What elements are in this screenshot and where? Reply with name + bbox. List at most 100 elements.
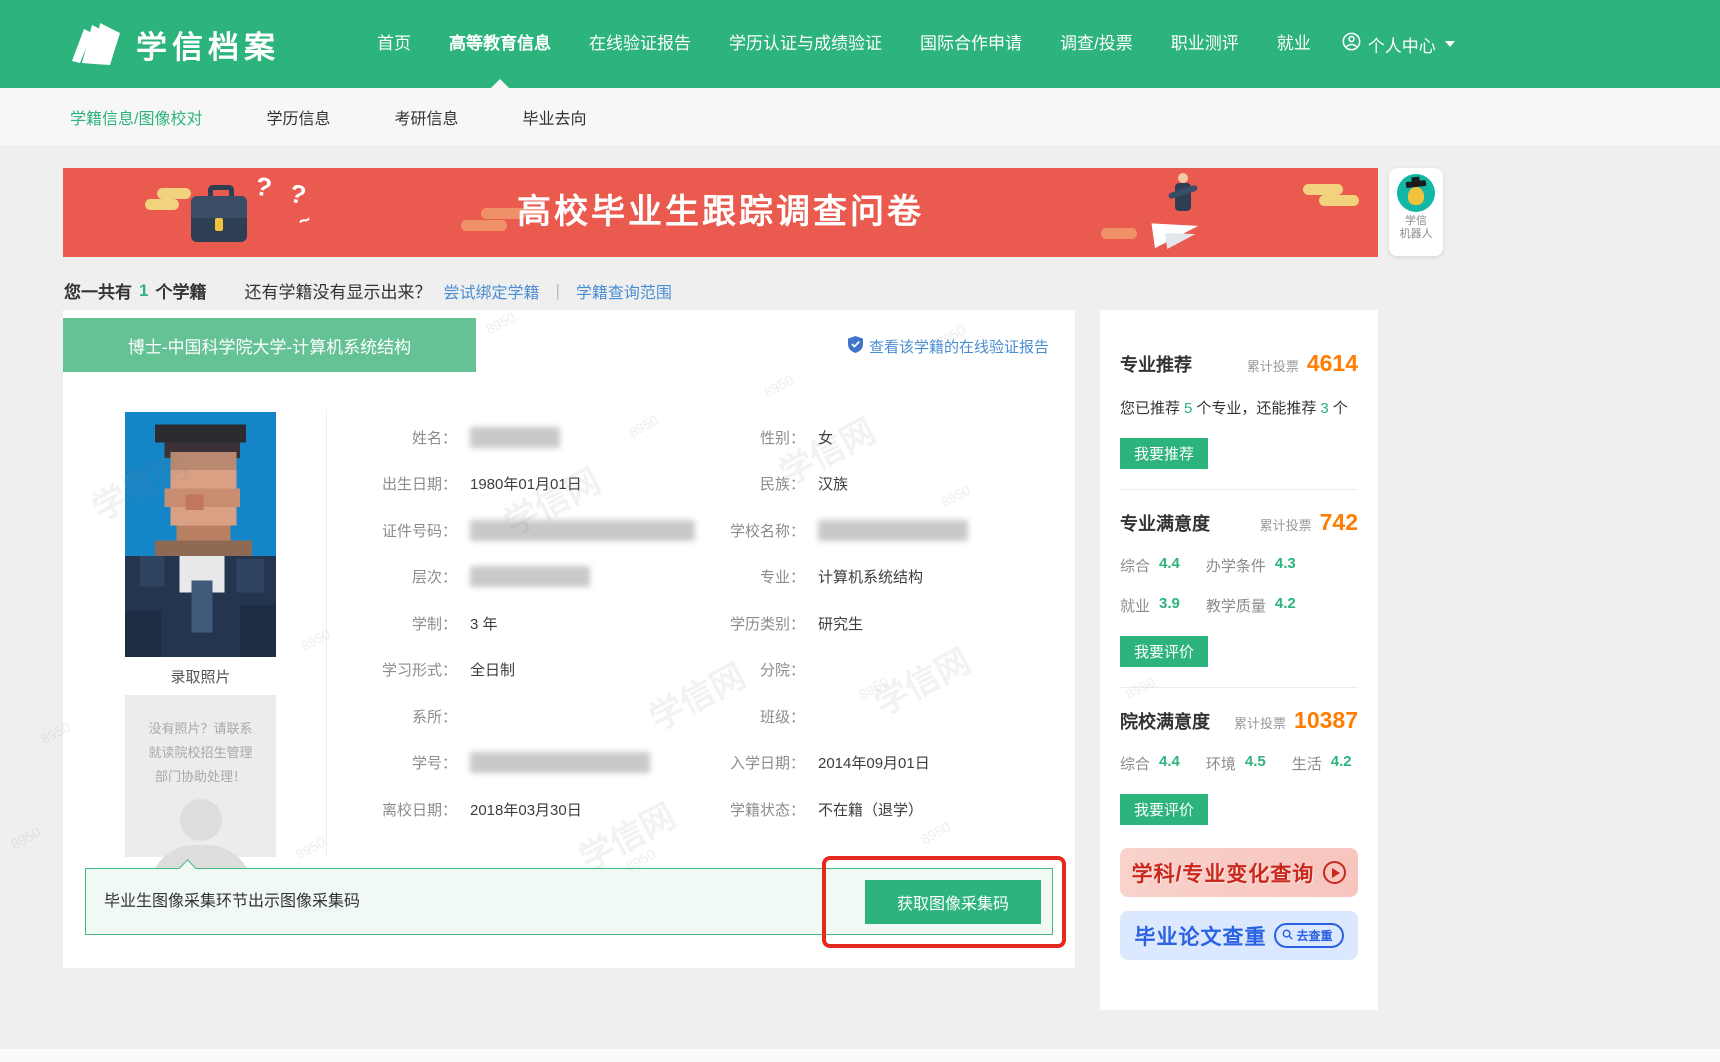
field-row-enrollment-status: 学籍状态： 不在籍（退学） [693, 786, 1053, 833]
nav-item-credential-authentication[interactable]: 学历认证与成绩验证 [710, 0, 901, 88]
image-collection-text: 毕业生图像采集环节出示图像采集码 [104, 869, 360, 934]
user-circle-icon [1342, 32, 1361, 56]
redacted-value [470, 566, 590, 587]
metric-value: 3.9 [1159, 595, 1180, 616]
nav-item-international-cooperation[interactable]: 国际合作申请 [901, 0, 1041, 88]
subnav-item-postgrad-exam-info[interactable]: 考研信息 [394, 105, 458, 129]
field-label: 学制： [345, 613, 457, 634]
shield-icon [848, 336, 863, 357]
get-image-collection-code-button[interactable]: 获取图像采集码 [865, 880, 1041, 924]
nav-item-employment[interactable]: 就业 [1258, 0, 1330, 88]
user-center-menu[interactable]: 个人中心 [1342, 32, 1455, 57]
field-row-enroll-date: 入学日期： 2014年09月01日 [693, 740, 1053, 787]
summary-question: 还有学籍没有显示出来？ [244, 278, 431, 303]
remaining-count: 3 [1316, 400, 1332, 417]
summary-suffix: 个学籍 [155, 278, 206, 303]
field-label: 学校名称： [693, 520, 805, 541]
section-school-satisfaction-header: 院校满意度 累计投票 10387 [1120, 707, 1358, 734]
field-label: 学习形式： [345, 659, 457, 680]
metric-value: 4.4 [1159, 753, 1180, 774]
go-check-pill[interactable]: 去查重 [1274, 923, 1343, 948]
divider [1120, 687, 1358, 688]
magnifier-icon [1282, 929, 1293, 943]
subnav-item-graduation-destination[interactable]: 毕业去向 [522, 105, 586, 129]
field-row-ethnicity: 民族： 汉族 [693, 461, 1053, 508]
evaluate-major-button[interactable]: 我要评价 [1120, 636, 1208, 667]
field-value: 2018年03月30日 [470, 799, 582, 820]
field-label: 性别： [693, 427, 805, 448]
nav-item-higher-education[interactable]: 高等教育信息 [430, 0, 570, 88]
subnav-item-degree-info[interactable]: 学历信息 [266, 105, 330, 129]
redacted-value [470, 520, 695, 541]
recommend-button[interactable]: 我要推荐 [1120, 438, 1208, 469]
admission-photo [125, 412, 276, 657]
major-change-query-label: 学科/专业变化查询 [1132, 858, 1315, 888]
field-row-birthdate: 出生日期： 1980年01月01日 [345, 461, 695, 508]
section-major-recommend-header: 专业推荐 累计投票 4614 [1120, 350, 1358, 377]
chsi-robot-widget[interactable]: 学信 机器人 [1389, 168, 1443, 256]
recommend-text: 您已推荐 [1120, 400, 1180, 417]
nav-item-survey-vote[interactable]: 调查/投票 [1041, 0, 1152, 88]
verify-report-label: 查看该学籍的在线验证报告 [869, 336, 1049, 357]
field-label: 系所： [345, 706, 457, 727]
metric-row: 就业3.9 教学质量4.2 [1120, 595, 1358, 616]
nav-item-home[interactable]: 首页 [358, 0, 430, 88]
fields-column-right: 性别： 女 民族： 汉族 学校名称： 专业： 计算机系统结构 学历类别： 研究生… [693, 414, 1053, 833]
nav-item-career-assessment[interactable]: 职业测评 [1152, 0, 1258, 88]
field-row-study-form: 学习形式： 全日制 [345, 647, 695, 694]
redacted-value [470, 752, 650, 773]
sub-nav: 学籍信息/图像校对 学历信息 考研信息 毕业去向 [0, 88, 1720, 147]
section-title: 专业推荐 [1120, 351, 1192, 377]
no-photo-text: 就读院校招生管理 [125, 741, 276, 765]
recommend-text: 个 [1333, 400, 1348, 417]
major-change-query-banner[interactable]: 学科/专业变化查询 [1120, 848, 1358, 897]
thesis-check-label: 毕业论文查重 [1134, 921, 1266, 951]
metric-value: 4.3 [1275, 555, 1296, 576]
field-value: 计算机系统结构 [818, 566, 923, 587]
field-value: 不在籍（退学） [818, 799, 923, 820]
cloud-decoration [1101, 228, 1137, 239]
field-value: 1980年01月01日 [470, 473, 582, 494]
field-value: 2014年09月01日 [818, 752, 930, 773]
brand[interactable]: 学信档案 [70, 19, 280, 70]
field-value: 3 年 [470, 613, 498, 634]
student-record-card: 博士-中国科学院大学-计算机系统结构 查看该学籍的在线验证报告 [63, 310, 1075, 968]
thesis-check-banner[interactable]: 毕业论文查重 去查重 [1120, 911, 1358, 960]
page: 学信档案 首页 高等教育信息 在线验证报告 学历认证与成绩验证 国际合作申请 调… [0, 0, 1720, 1062]
field-value: 汉族 [818, 473, 848, 494]
enrollment-query-scope-link[interactable]: 学籍查询范围 [576, 279, 672, 303]
field-row-id-number: 证件号码： [345, 507, 695, 554]
enrollment-tab[interactable]: 博士-中国科学院大学-计算机系统结构 [63, 318, 476, 372]
field-row-branch: 分院： [693, 647, 1053, 694]
evaluate-school-button[interactable]: 我要评价 [1120, 794, 1208, 825]
metric-row: 综合4.4 环境4.5 生活4.2 [1120, 753, 1358, 774]
fields-column-left: 姓名： 出生日期： 1980年01月01日 证件号码： 层次： 学制： 3 年 … [345, 414, 695, 833]
bind-enrollment-link[interactable]: 尝试绑定学籍 [443, 279, 539, 303]
link-separator: | [555, 281, 559, 301]
nav-item-online-verification[interactable]: 在线验证报告 [570, 0, 710, 88]
votes-label: 累计投票 [1260, 515, 1312, 534]
field-value: 女 [818, 427, 833, 448]
votes-count: 4614 [1307, 350, 1358, 377]
recommend-status-line: 您已推荐5个专业，还能推荐3个 [1120, 397, 1358, 418]
votes-count: 742 [1320, 509, 1358, 536]
metric-value: 4.4 [1159, 555, 1180, 576]
user-center-label: 个人中心 [1368, 32, 1436, 57]
section-title: 院校满意度 [1120, 708, 1210, 734]
metric-value: 4.2 [1331, 753, 1352, 774]
field-label: 出生日期： [345, 473, 457, 494]
footer-strip [0, 1048, 1720, 1062]
field-label: 民族： [693, 473, 805, 494]
graduate-figure-decoration [1175, 183, 1191, 211]
field-label: 分院： [693, 659, 805, 680]
field-label: 学籍状态： [693, 799, 805, 820]
field-row-degree-category: 学历类别： 研究生 [693, 600, 1053, 647]
field-row-major: 专业： 计算机系统结构 [693, 554, 1053, 601]
cloud-decoration [1303, 184, 1343, 195]
verify-report-link[interactable]: 查看该学籍的在线验证报告 [848, 336, 1049, 357]
field-value: 研究生 [818, 613, 863, 634]
subnav-item-enrollment-info[interactable]: 学籍信息/图像校对 [70, 105, 202, 129]
field-label: 学号： [345, 752, 457, 773]
image-collection-callout: 毕业生图像采集环节出示图像采集码 获取图像采集码 [85, 868, 1053, 935]
survey-banner[interactable]: ? ? ~ 高校毕业生跟踪调查问卷 [63, 168, 1378, 257]
